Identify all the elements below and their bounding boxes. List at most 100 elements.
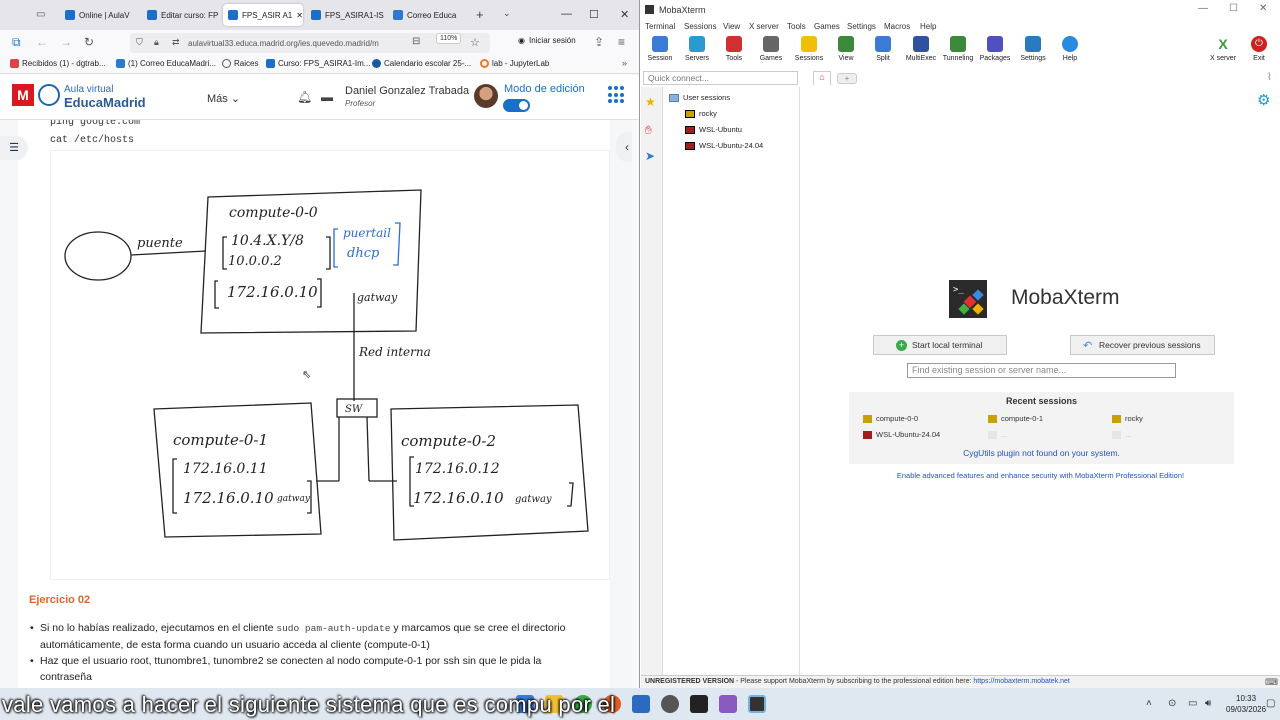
tree-item-wsl-ubuntu[interactable]: WSL-Ubuntu	[685, 125, 742, 134]
obs-icon[interactable]	[661, 695, 679, 713]
tab-online-aulav[interactable]: Online | AulaV	[60, 4, 140, 26]
bookmark-correo[interactable]: (1) Correo EducaMadri...	[116, 59, 216, 68]
location-icon[interactable]: ⊙	[1168, 698, 1176, 709]
gear-icon[interactable]: ⚙	[1257, 91, 1270, 109]
cygutils-link[interactable]: CygUtils plugin not found on your system…	[849, 448, 1234, 458]
mobaxterm-taskbar-icon[interactable]	[748, 695, 766, 713]
volume-icon[interactable]: 🔊︎	[1205, 698, 1211, 709]
more-bookmarks-icon[interactable]: »	[622, 58, 627, 68]
maximize-icon[interactable]: ☐	[1229, 3, 1238, 14]
home-tab[interactable]: ⌂	[813, 71, 831, 85]
menu-sessions[interactable]: Sessions	[684, 22, 716, 31]
lock-icon[interactable]: 🔒︎	[154, 37, 159, 48]
keyboard-icon[interactable]: ⌨	[1265, 677, 1278, 688]
professional-edition-link[interactable]: Enable advanced features and enhance sec…	[801, 471, 1280, 480]
close-window-icon[interactable]: ✕	[1259, 3, 1267, 14]
tunneling-button[interactable]: Tunneling	[938, 34, 978, 62]
bookmark-star-icon[interactable]: ☆	[470, 36, 480, 49]
help-button[interactable]: Help	[1050, 34, 1090, 62]
recent-wsl-ubuntu-2404[interactable]: WSL-Ubuntu-24.04	[863, 430, 940, 439]
tab-correo[interactable]: Correo Educa	[388, 4, 468, 26]
recover-sessions-button[interactable]: ↶ Recover previous sessions	[1070, 335, 1215, 355]
star-icon[interactable]: ★	[645, 95, 656, 109]
zoom-level[interactable]: 110%	[436, 33, 462, 44]
apps-grid-icon[interactable]	[608, 86, 626, 104]
xserver-button[interactable]: X X server	[1203, 34, 1243, 62]
brand-title[interactable]: EducaMadrid	[64, 95, 146, 110]
bookmark-jupyter[interactable]: lab - JupyterLab	[480, 59, 549, 68]
view-button[interactable]: View	[826, 34, 866, 62]
servers-button[interactable]: Servers	[677, 34, 717, 62]
exit-button[interactable]: ⏻ Exit	[1239, 34, 1279, 62]
session-button[interactable]: Session	[641, 34, 680, 62]
educamadrid-logo-icon[interactable]	[38, 84, 60, 106]
games-button[interactable]: Games	[751, 34, 791, 62]
bookmark-recibidos[interactable]: Recibidos (1) - dgtrab...	[10, 59, 106, 68]
menu-macros[interactable]: Macros	[884, 22, 910, 31]
course-index-button[interactable]: ☰	[0, 136, 28, 160]
menu-tools[interactable]: Tools	[787, 22, 806, 31]
virtualbox-icon[interactable]	[719, 695, 737, 713]
message-icon[interactable]: ▬	[321, 90, 333, 104]
split-button[interactable]: Split	[863, 34, 903, 62]
madrid-logo[interactable]: M	[12, 84, 34, 106]
new-tab-button[interactable]: +	[837, 73, 857, 84]
recent-compute-0-1[interactable]: compute-0-1	[988, 414, 1043, 423]
chevron-up-icon[interactable]: ˄	[1146, 698, 1152, 709]
tree-item-rocky[interactable]: rocky	[685, 109, 717, 118]
terminal-app-icon[interactable]	[690, 695, 708, 713]
extensions-icon[interactable]: ⇪	[594, 35, 604, 49]
notification-icon[interactable]: ▢	[1266, 698, 1275, 709]
menu-view[interactable]: View	[723, 22, 740, 31]
menu-settings[interactable]: Settings	[847, 22, 876, 31]
send-icon[interactable]: ➤	[645, 149, 655, 163]
status-link[interactable]: https://mobaxterm.mobatek.net	[973, 678, 1070, 685]
tab-fps-asira1-is[interactable]: FPS_ASIRA1-IS	[306, 4, 386, 26]
more-menu[interactable]: Más ⌄	[207, 92, 240, 105]
packages-button[interactable]: Packages	[975, 34, 1015, 62]
minimize-icon[interactable]: —	[561, 8, 572, 20]
bookmark-raices[interactable]: Raices	[222, 59, 258, 68]
settings-button[interactable]: Settings	[1013, 34, 1053, 62]
bookmark-calendario[interactable]: Calendario escolar 25-...	[372, 59, 471, 68]
bookmark-curso[interactable]: Curso: FPS_ASIRA1-Im...	[266, 59, 370, 68]
menu-help[interactable]: Help	[920, 22, 936, 31]
sessions-button[interactable]: Sessions	[789, 34, 829, 62]
menu-terminal[interactable]: Terminal	[645, 22, 675, 31]
avatar[interactable]	[474, 84, 498, 108]
menu-icon[interactable]: ≡	[618, 35, 625, 49]
quick-connect-input[interactable]: Quick connect...	[643, 71, 798, 85]
recent-compute-0-0[interactable]: compute-0-0	[863, 414, 918, 423]
multiexec-button[interactable]: MultiExec	[901, 34, 941, 62]
site-info-icon[interactable]: ⇄	[172, 37, 180, 48]
vscode-icon[interactable]	[632, 695, 650, 713]
network-icon[interactable]: ▭	[1188, 698, 1197, 709]
close-window-icon[interactable]: ✕	[620, 8, 629, 21]
shield-icon[interactable]: ⛉	[136, 37, 143, 48]
system-clock[interactable]: 10:33 09/03/2026	[1226, 693, 1266, 715]
reload-icon[interactable]: ↻	[84, 35, 94, 49]
tab-overview-icon[interactable]: ▭	[36, 9, 45, 20]
collapse-drawer-button[interactable]: ‹	[616, 132, 632, 162]
tab-editar-curso[interactable]: Editar curso: FP	[142, 4, 222, 26]
maximize-icon[interactable]: ☐	[589, 8, 599, 21]
new-tab-icon[interactable]: +	[476, 7, 484, 22]
forward-icon[interactable]: →	[60, 35, 72, 49]
tab-list-icon[interactable]: ⌄	[503, 8, 511, 19]
tab-fps-asira1-active[interactable]: FPS_ASIR A1 ✕	[223, 4, 303, 26]
brand-subtitle[interactable]: Aula virtual	[64, 84, 113, 95]
edit-mode-toggle[interactable]	[503, 99, 530, 112]
tools-icon[interactable]: ✋︎	[645, 123, 652, 138]
user-name[interactable]: Daniel Gonzalez Trabada	[345, 85, 469, 97]
reader-icon[interactable]: ⊟	[412, 36, 420, 47]
sidebar-icon[interactable]: ⧉	[12, 35, 21, 50]
sign-in-button[interactable]: ◉ Iniciar sesión	[518, 36, 576, 45]
menu-xserver[interactable]: X server	[749, 22, 779, 31]
session-search-input[interactable]: Find existing session or server name...	[907, 363, 1176, 378]
close-tab-icon[interactable]: ✕	[296, 11, 303, 20]
minimize-icon[interactable]: —	[1198, 3, 1208, 14]
tools-button[interactable]: Tools	[714, 34, 754, 62]
recent-rocky[interactable]: rocky	[1112, 414, 1143, 423]
tree-item-wsl-ubuntu-2404[interactable]: WSL-Ubuntu-24.04	[685, 141, 763, 150]
attachment-icon[interactable]: ⌇	[1267, 72, 1272, 83]
